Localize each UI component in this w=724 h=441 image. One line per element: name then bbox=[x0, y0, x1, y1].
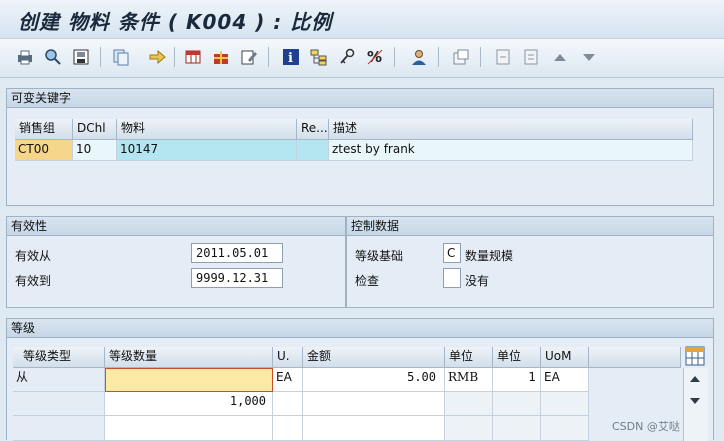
col-material[interactable]: 物料 bbox=[117, 119, 297, 140]
col-dchl[interactable]: DChl bbox=[73, 119, 117, 140]
row1-amount[interactable]: 5.00 bbox=[303, 368, 445, 392]
structure-icon[interactable] bbox=[310, 48, 328, 66]
arrow-down-icon[interactable] bbox=[583, 54, 595, 61]
col-uom[interactable]: UoM bbox=[541, 347, 589, 368]
col-unit-2[interactable]: 单位 bbox=[493, 347, 541, 368]
svg-text:i: i bbox=[288, 51, 293, 66]
row3-u[interactable] bbox=[273, 416, 303, 441]
valid-from-label: 有效从 bbox=[15, 249, 52, 263]
row1-uom[interactable]: EA bbox=[541, 368, 589, 392]
variable-key-group: 可变关键字 销售组 DChl 物料 Re... 描述 CT00 10 10147… bbox=[6, 88, 714, 206]
scroll-up-icon[interactable] bbox=[690, 376, 700, 382]
check-field[interactable] bbox=[443, 268, 461, 288]
table-scrollbar[interactable] bbox=[683, 368, 708, 441]
row2-uom[interactable] bbox=[541, 392, 589, 416]
find-icon[interactable] bbox=[44, 48, 62, 66]
page-next-icon[interactable] bbox=[522, 48, 540, 66]
scales-group: 等级 等级类型 等级数量 U. 金额 单位 单位 UoM 从 EA 5.00 R… bbox=[6, 318, 714, 441]
row3-uom[interactable] bbox=[541, 416, 589, 441]
row2-amount[interactable] bbox=[303, 392, 445, 416]
arrow-up-icon[interactable] bbox=[554, 54, 566, 61]
row2-unit-1[interactable] bbox=[445, 392, 493, 416]
col-description[interactable]: 描述 bbox=[329, 119, 693, 140]
window-icon[interactable] bbox=[452, 48, 470, 66]
row1-unit-2[interactable]: 1 bbox=[493, 368, 541, 392]
row2-u[interactable] bbox=[273, 392, 303, 416]
page-prev-icon[interactable] bbox=[494, 48, 512, 66]
description-cell[interactable]: ztest by frank bbox=[329, 140, 693, 161]
gift-icon[interactable] bbox=[212, 48, 230, 66]
row3-unit-1[interactable] bbox=[445, 416, 493, 441]
valid-from-field[interactable]: 2011.05.01 bbox=[191, 243, 283, 263]
control-data-group: 控制数据 等级基础 C 数量规模 检查 没有 bbox=[346, 216, 714, 308]
validity-title: 有效性 bbox=[7, 217, 345, 236]
row2-scale-type bbox=[13, 392, 105, 416]
row3-amount[interactable] bbox=[303, 416, 445, 441]
valid-to-label: 有效到 bbox=[15, 274, 52, 288]
row1-scale-type: 从 bbox=[13, 368, 105, 392]
key-tool-icon[interactable] bbox=[338, 48, 356, 66]
col-unit-1[interactable]: 单位 bbox=[445, 347, 493, 368]
scale-base-label: 等级基础 bbox=[355, 249, 404, 263]
scroll-down-icon[interactable] bbox=[690, 398, 700, 404]
row1-u[interactable]: EA bbox=[273, 368, 303, 392]
col-filler bbox=[589, 347, 681, 368]
dchl-cell[interactable]: 10 bbox=[73, 140, 117, 161]
scale-base-field[interactable]: C bbox=[443, 243, 461, 263]
application-toolbar: i % bbox=[0, 38, 724, 78]
scales-title: 等级 bbox=[7, 319, 713, 338]
copy-icon[interactable] bbox=[112, 48, 130, 66]
col-u[interactable]: U. bbox=[273, 347, 303, 368]
row3-scale-qty[interactable] bbox=[105, 416, 273, 441]
info-icon[interactable]: i bbox=[282, 48, 300, 66]
check-label: 检查 bbox=[355, 274, 380, 288]
valid-to-field[interactable]: 9999.12.31 bbox=[191, 268, 283, 288]
scale-base-text: 数量规模 bbox=[465, 249, 514, 263]
forward-icon[interactable] bbox=[148, 48, 166, 66]
row2-scale-qty[interactable]: 1,000 bbox=[105, 392, 273, 416]
print-icon[interactable] bbox=[16, 48, 34, 66]
col-amount[interactable]: 金额 bbox=[303, 347, 445, 368]
table-settings-icon[interactable] bbox=[685, 346, 705, 366]
window-title: 创建 物料 条件 ( K004 ) : 比例 bbox=[18, 10, 333, 34]
title-bar: 创建 物料 条件 ( K004 ) : 比例 bbox=[0, 0, 724, 38]
save-local-icon[interactable] bbox=[72, 48, 90, 66]
check-text: 没有 bbox=[465, 274, 490, 288]
row1-unit-1[interactable]: RMB bbox=[445, 368, 493, 392]
variable-key-title: 可变关键字 bbox=[7, 89, 713, 108]
row2-unit-2[interactable] bbox=[493, 392, 541, 416]
re-cell[interactable] bbox=[297, 140, 329, 161]
col-scale-type[interactable]: 等级类型 bbox=[13, 347, 105, 368]
material-cell[interactable]: 10147 bbox=[117, 140, 297, 161]
col-scale-qty[interactable]: 等级数量 bbox=[105, 347, 273, 368]
validity-group: 有效性 有效从 2011.05.01 有效到 9999.12.31 bbox=[6, 216, 346, 308]
table-icon[interactable] bbox=[184, 48, 202, 66]
col-re[interactable]: Re... bbox=[297, 119, 329, 140]
row3-unit-2[interactable] bbox=[493, 416, 541, 441]
user-icon[interactable] bbox=[410, 48, 428, 66]
percent-icon[interactable]: % bbox=[366, 48, 384, 66]
control-data-title: 控制数据 bbox=[347, 217, 713, 236]
watermark: CSDN @艾哒 bbox=[612, 420, 680, 433]
row1-scale-qty[interactable] bbox=[105, 368, 273, 392]
sales-group-cell[interactable]: CT00 bbox=[15, 140, 73, 161]
row3-scale-type bbox=[13, 416, 105, 441]
edit-icon[interactable] bbox=[240, 48, 258, 66]
col-sales-group[interactable]: 销售组 bbox=[15, 119, 73, 140]
